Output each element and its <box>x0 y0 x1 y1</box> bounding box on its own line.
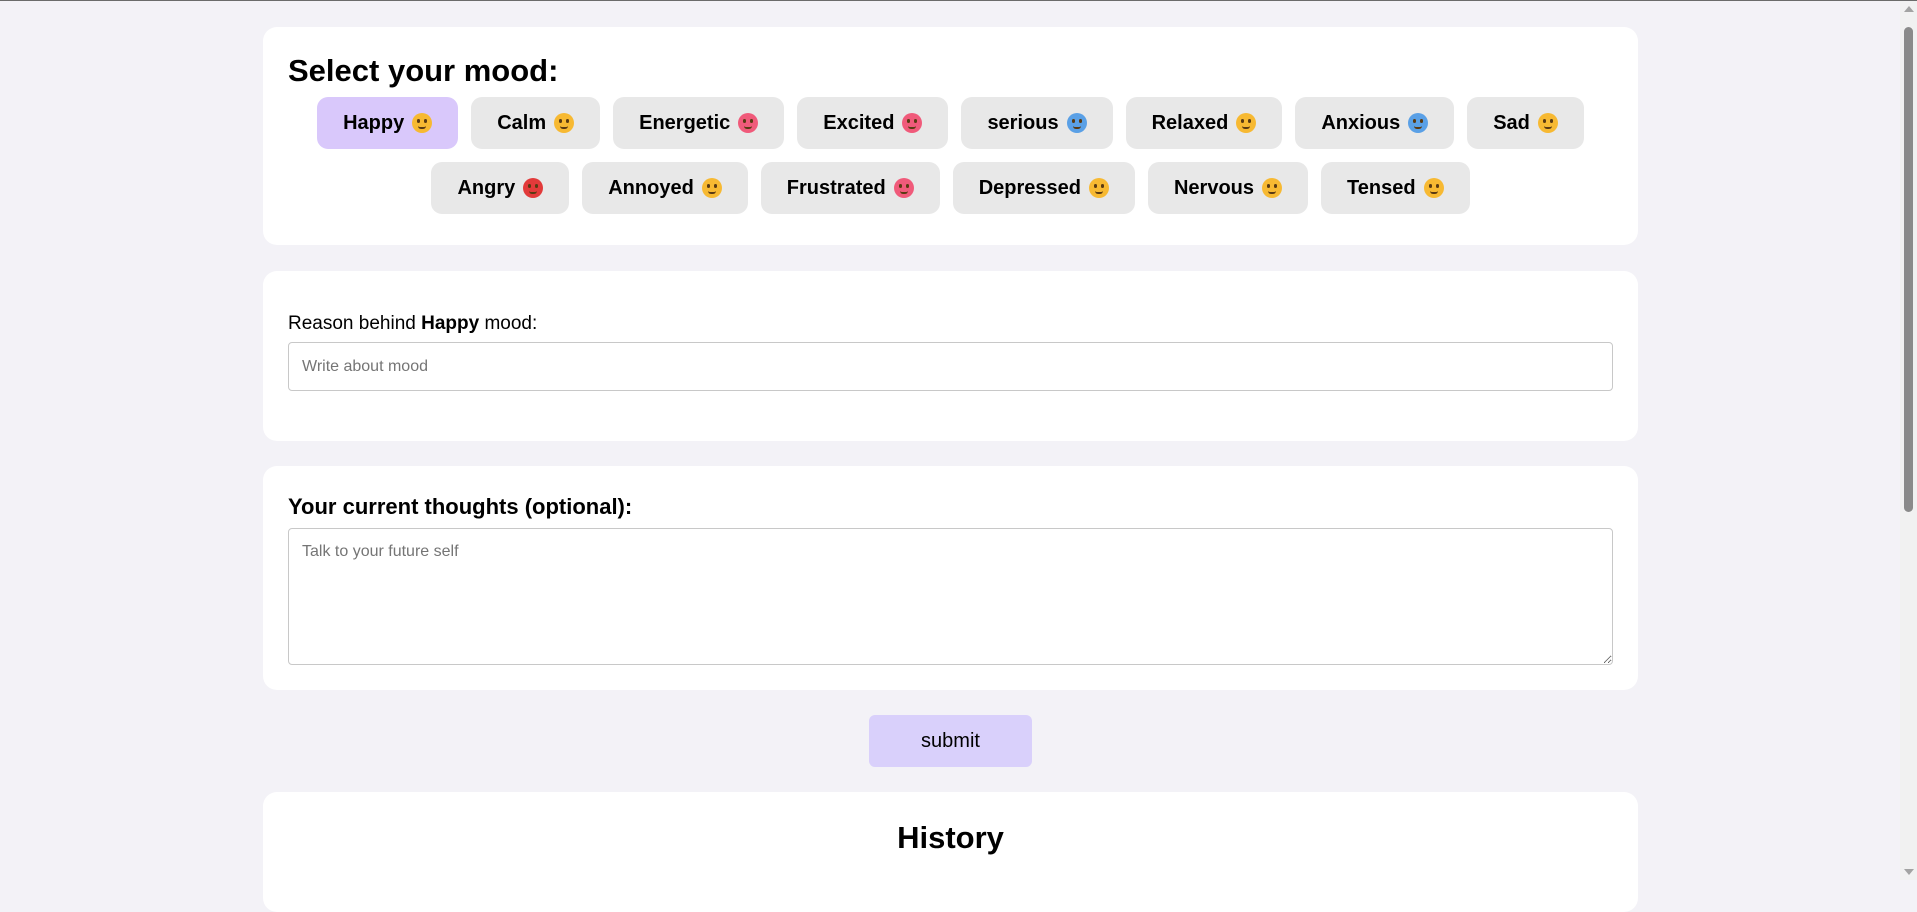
history-card: History <box>263 792 1638 912</box>
mood-button-tensed[interactable]: Tensed <box>1321 162 1470 214</box>
mood-button-label: Angry <box>457 176 516 199</box>
thoughts-card: Your current thoughts (optional): <box>263 466 1638 690</box>
mood-selection-card: Select your mood: Happy Calm Energetic Exci… <box>263 27 1638 245</box>
mood-button-label: Calm <box>497 111 547 134</box>
mood-button-label: Excited <box>823 111 895 134</box>
mood-button-nervous[interactable]: Nervous <box>1147 162 1309 214</box>
mood-row-2: Angry Annoyed Frustrated Depressed Nervous Te… <box>263 162 1638 214</box>
mood-emoji-icon <box>893 178 914 198</box>
mood-button-label: Annoyed <box>608 176 694 199</box>
mood-button-label: Nervous <box>1173 176 1255 199</box>
mood-button-calm[interactable]: Calm <box>471 97 601 149</box>
mood-button-label: Happy <box>343 111 405 134</box>
mood-button-depressed[interactable]: Depressed <box>952 162 1135 214</box>
mood-button-sad[interactable]: Sad <box>1467 97 1584 149</box>
mood-button-label: Relaxed <box>1151 111 1229 134</box>
mood-emoji-icon <box>523 178 544 198</box>
mood-button-label: Energetic <box>639 111 731 134</box>
mood-emoji-icon <box>902 113 923 133</box>
mood-button-energetic[interactable]: Energetic <box>613 97 785 149</box>
thoughts-textarea[interactable] <box>288 528 1613 665</box>
scroll-thumb[interactable] <box>1904 27 1913 512</box>
mood-row-1: Happy Calm Energetic Excited serious Relaxed A… <box>263 97 1638 149</box>
mood-button-annoyed[interactable]: Annoyed <box>582 162 748 214</box>
scroll-up-arrow-icon[interactable] <box>1904 6 1914 12</box>
mood-emoji-icon <box>1408 113 1429 133</box>
mood-button-frustrated[interactable]: Frustrated <box>760 162 940 214</box>
mood-emoji-icon <box>1262 178 1283 198</box>
mood-button-serious[interactable]: serious <box>961 97 1113 149</box>
reason-label-prefix: Reason behind <box>288 313 416 334</box>
mood-emoji-icon <box>1236 113 1257 133</box>
thoughts-label: Your current thoughts (optional): <box>288 494 633 519</box>
mood-button-label: Depressed <box>978 176 1081 199</box>
mood-emoji-icon <box>412 113 433 133</box>
mood-button-label: Anxious <box>1321 111 1401 134</box>
reason-label-mood: Happy <box>421 313 480 334</box>
mood-emoji-icon <box>701 178 722 198</box>
mood-button-excited[interactable]: Excited <box>797 97 949 149</box>
submit-button[interactable]: submit <box>869 715 1032 767</box>
mood-emoji-icon <box>1066 113 1087 133</box>
mood-emoji-icon <box>1423 178 1444 198</box>
scroll-down-arrow-icon[interactable] <box>1904 869 1914 875</box>
mood-button-relaxed[interactable]: Relaxed <box>1125 97 1283 149</box>
reason-label-suffix: mood: <box>484 313 538 334</box>
mood-section-title: Select your mood: <box>288 53 559 88</box>
mood-button-happy[interactable]: Happy <box>317 97 459 149</box>
reason-label: Reason behind Happy mood: <box>288 313 537 335</box>
reason-input[interactable] <box>288 342 1613 391</box>
mood-emoji-icon <box>554 113 575 133</box>
page-scrollbar[interactable] <box>1900 1 1917 880</box>
mood-button-label: serious <box>987 111 1059 134</box>
mood-button-anxious[interactable]: Anxious <box>1295 97 1455 149</box>
mood-button-label: Tensed <box>1347 176 1416 199</box>
mood-button-label: Frustrated <box>786 176 886 199</box>
mood-emoji-icon <box>1537 113 1558 133</box>
mood-emoji-icon <box>1088 178 1109 198</box>
reason-card: Reason behind Happy mood: <box>263 271 1638 441</box>
mood-emoji-icon <box>738 113 759 133</box>
mood-button-label: Sad <box>1493 111 1530 134</box>
history-title: History <box>897 820 1004 855</box>
mood-button-angry[interactable]: Angry <box>431 162 570 214</box>
